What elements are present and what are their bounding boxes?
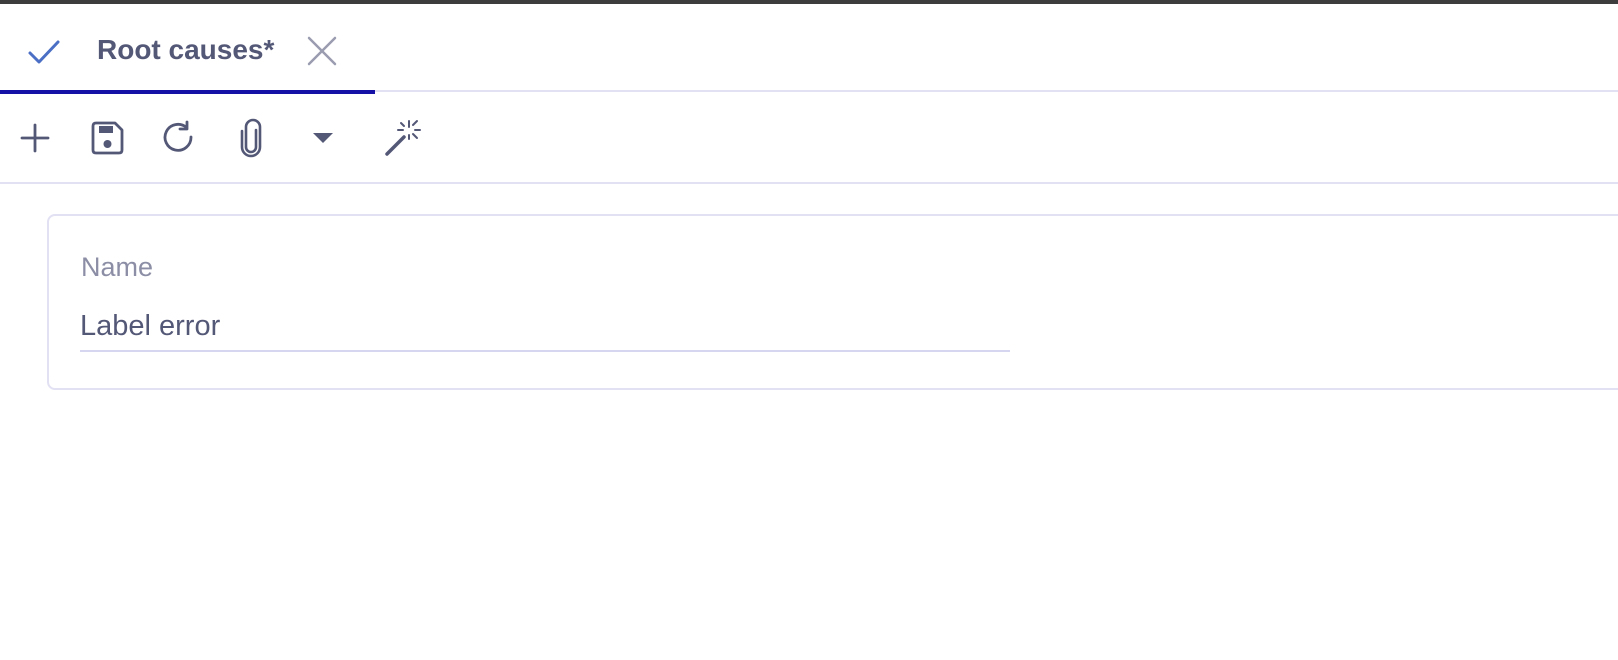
caret-down-icon [312, 132, 334, 144]
close-icon[interactable] [306, 35, 338, 67]
tab-root-causes[interactable]: Root causes* [0, 4, 375, 94]
form-card: Name [47, 214, 1618, 390]
name-field[interactable] [80, 302, 1010, 352]
magic-wand-button[interactable] [381, 116, 425, 160]
tab-title: Root causes* [97, 34, 275, 65]
magic-wand-icon [383, 118, 423, 158]
paperclip-icon [236, 118, 266, 158]
check-icon [26, 34, 62, 70]
refresh-icon [161, 120, 197, 156]
plus-icon [19, 122, 51, 154]
save-button[interactable] [85, 116, 129, 160]
toolbar [0, 92, 1618, 184]
save-icon [89, 120, 125, 156]
refresh-button[interactable] [157, 116, 201, 160]
attach-button[interactable] [229, 116, 273, 160]
add-button[interactable] [13, 116, 57, 160]
more-dropdown-button[interactable] [301, 116, 345, 160]
name-label: Name [81, 252, 154, 282]
tab-bar: Root causes* [0, 4, 1618, 94]
